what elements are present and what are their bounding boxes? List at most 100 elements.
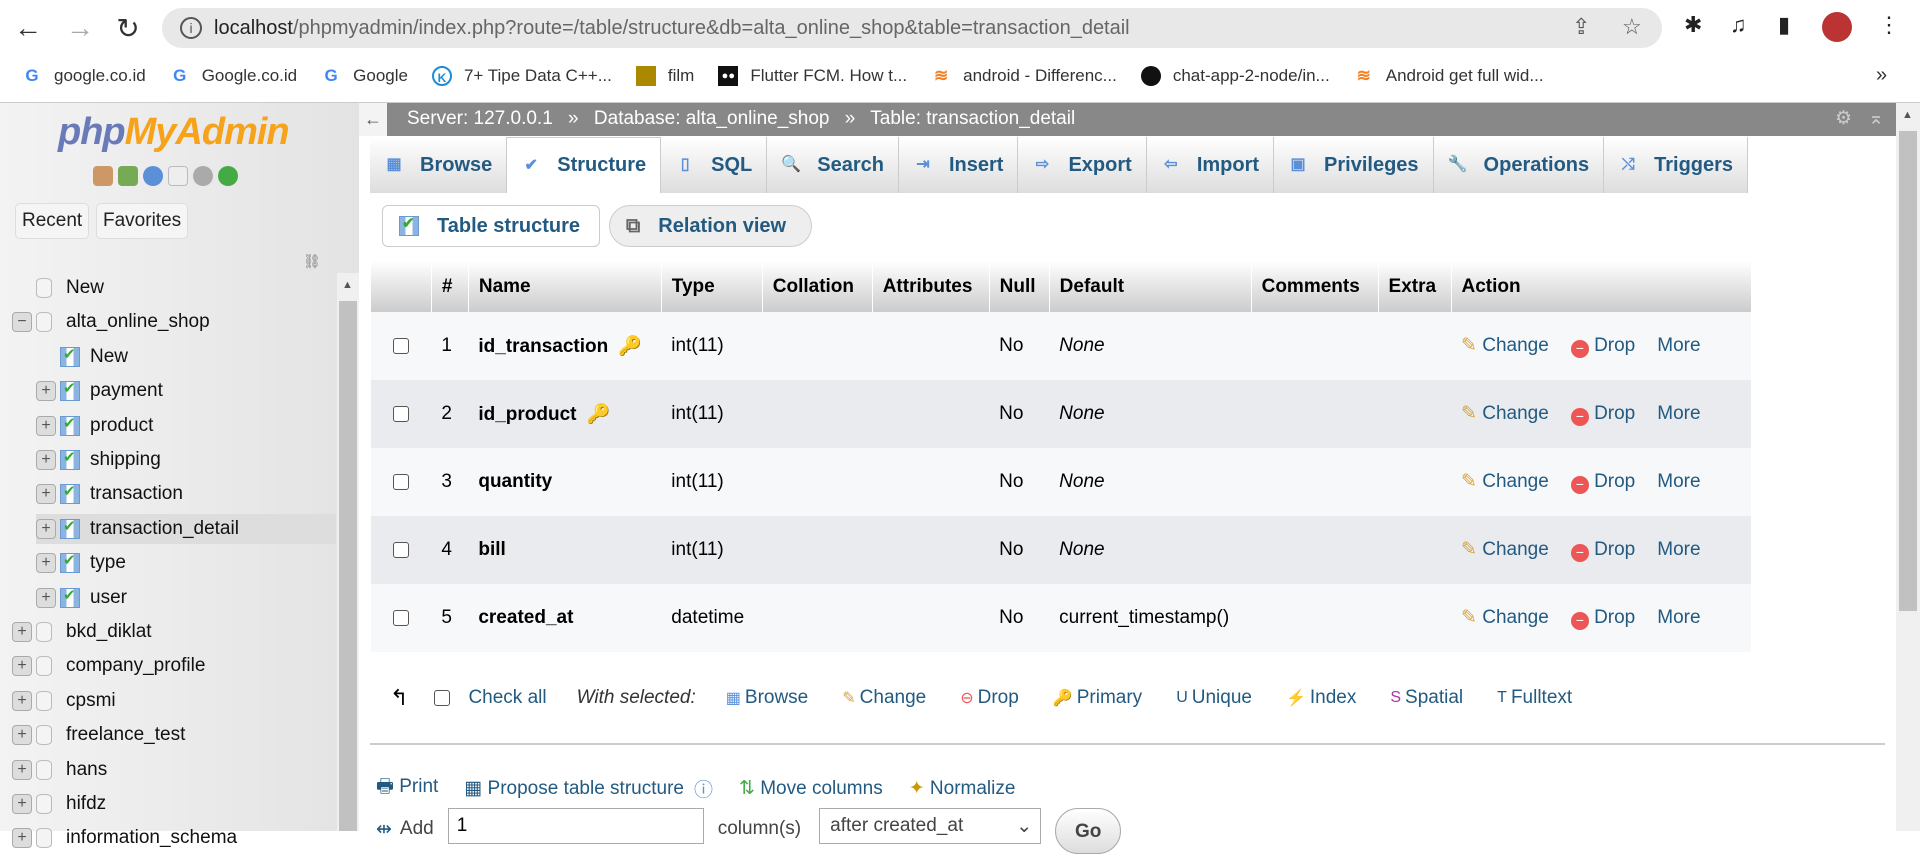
link-icon[interactable]: ⛓ (303, 253, 321, 270)
sidebar-db-item[interactable]: + hifdz (12, 789, 337, 819)
change-link[interactable]: ✎ Change (1461, 539, 1549, 560)
row-checkbox[interactable] (392, 405, 409, 422)
bookmark[interactable]: G Google (321, 66, 408, 86)
sidepanel-icon[interactable]: ▮ (1778, 12, 1790, 38)
tab-privileges[interactable]: ▣ Privileges (1274, 137, 1434, 193)
expand-icon[interactable]: + (12, 725, 32, 746)
share-icon[interactable]: ⇪ (1572, 14, 1590, 40)
bookmark[interactable]: K 7+ Tipe Data C++... (431, 66, 612, 86)
move-columns-link[interactable]: ⇅ Move columns (739, 777, 883, 800)
favorites-button[interactable]: Favorites (96, 203, 189, 239)
expand-icon[interactable]: + (36, 415, 56, 436)
crumb-table[interactable]: Table: transaction_detail (870, 108, 1075, 129)
row-checkbox[interactable] (392, 337, 409, 354)
forward-icon[interactable]: → (62, 12, 98, 44)
sidebar-db-item[interactable]: + cpsmi (12, 686, 337, 716)
go-button[interactable]: Go (1055, 808, 1122, 854)
expand-icon[interactable]: + (36, 587, 56, 608)
sidebar-db-item[interactable]: − alta_online_shop (12, 307, 337, 337)
propose-structure-link[interactable]: ▦ Propose table structure (464, 777, 684, 800)
drop-link[interactable]: − Drop (1570, 471, 1635, 494)
sidebar-db-item[interactable]: + bkd_diklat (12, 617, 337, 647)
crumb-server[interactable]: Server: 127.0.0.1 (407, 108, 553, 129)
sidebar-table-item[interactable]: + shipping (36, 445, 336, 475)
bookmark[interactable]: Ggoogle.co.id (22, 66, 145, 86)
drop-link[interactable]: − Drop (1570, 335, 1635, 358)
expand-icon[interactable]: + (36, 484, 56, 505)
expand-icon[interactable]: + (12, 622, 32, 642)
column-header[interactable]: # (430, 261, 469, 312)
expand-icon[interactable]: + (36, 450, 56, 470)
bookmark[interactable]: film (635, 66, 694, 86)
more-bookmarks[interactable]: » (1876, 64, 1887, 87)
sidebar-table-item[interactable]: + transaction (36, 479, 336, 509)
gear-icon[interactable]: ⚙ (1835, 107, 1852, 130)
collapse-icon[interactable]: ← (359, 103, 387, 136)
tab-triggers[interactable]: ⤭ Triggers (1604, 137, 1749, 193)
sidebar-table-item[interactable]: + product (36, 411, 336, 441)
column-header[interactable]: Collation (761, 261, 873, 312)
more-dropdown[interactable]: More (1657, 607, 1700, 628)
column-header[interactable]: Default (1048, 261, 1252, 312)
bulk-primary[interactable]: 🔑 Primary (1053, 687, 1142, 709)
sidebar-table-item[interactable]: + payment (36, 376, 336, 406)
tab-import[interactable]: ⇦ Import (1146, 137, 1275, 193)
check-all-checkbox[interactable] (434, 690, 451, 706)
bulk-drop[interactable]: ⊖ Drop (960, 687, 1019, 709)
bulk-browse[interactable]: ▦ Browse (726, 687, 808, 709)
avatar[interactable] (1822, 12, 1852, 42)
tab-sql[interactable]: ▯ SQL (661, 137, 768, 193)
row-checkbox[interactable] (392, 473, 409, 490)
sidebar-scrollbar[interactable]: ▲ (337, 273, 359, 831)
column-header[interactable]: Extra (1377, 261, 1452, 312)
expand-icon[interactable]: + (36, 518, 56, 539)
change-link[interactable]: ✎ Change (1461, 403, 1549, 424)
settings-icon[interactable] (193, 166, 213, 186)
reload-icon[interactable] (218, 166, 238, 186)
main-scrollbar[interactable]: ▲ (1896, 103, 1920, 831)
tab-structure[interactable]: ✔ Structure (507, 137, 662, 193)
collapse-icon[interactable]: − (12, 312, 32, 333)
more-dropdown[interactable]: More (1657, 335, 1700, 356)
sidebar-db-item[interactable]: + information_schema (12, 823, 337, 853)
scroll-top-icon[interactable]: ⌅ (1868, 107, 1884, 130)
expand-icon[interactable]: + (12, 656, 32, 677)
sidebar-table-item[interactable]: + transaction_detail (36, 513, 336, 544)
expand-icon[interactable]: + (36, 381, 56, 402)
sidebar-db-item[interactable]: + freelance_test (12, 720, 337, 750)
column-header[interactable]: Action (1450, 261, 1751, 312)
bookmark[interactable]: ●● Flutter FCM. How t... (718, 66, 907, 86)
sidebar-db-item[interactable]: New (36, 342, 336, 372)
sidebar-table-item[interactable]: + type (36, 548, 336, 578)
star-icon[interactable]: ☆ (1622, 14, 1642, 40)
column-header[interactable]: Type (660, 261, 763, 312)
help-icon[interactable]: ⓘ (694, 775, 713, 802)
drop-link[interactable]: − Drop (1570, 539, 1635, 562)
docs-icon[interactable] (168, 166, 188, 186)
tab-search[interactable]: 🔍 Search (767, 137, 899, 193)
bulk-fulltext[interactable]: T Fulltext (1497, 687, 1572, 709)
sidebar-db-item[interactable]: New (12, 273, 337, 303)
print-link[interactable]: 🖶 Print (376, 772, 438, 804)
expand-icon[interactable]: + (12, 759, 32, 780)
change-link[interactable]: ✎ Change (1461, 335, 1549, 356)
expand-icon[interactable]: + (12, 690, 32, 711)
media-icon[interactable]: ♫ (1730, 12, 1747, 38)
back-icon[interactable]: ← (10, 12, 46, 44)
column-header[interactable]: Attributes (871, 261, 990, 312)
row-checkbox[interactable] (392, 541, 409, 558)
column-header[interactable]: Comments (1250, 261, 1379, 312)
reload-icon[interactable]: ↻ (110, 12, 146, 45)
check-all-label[interactable]: Check all (468, 687, 546, 709)
phpmyadmin-logo[interactable]: phpMyAdmin (58, 111, 290, 154)
more-dropdown[interactable]: More (1657, 403, 1700, 424)
column-header[interactable]: Null (988, 261, 1050, 312)
info-icon[interactable]: i (180, 17, 202, 39)
help-icon[interactable] (143, 166, 163, 186)
normalize-link[interactable]: ✦ Normalize (909, 777, 1016, 800)
sidebar-table-item[interactable]: + user (36, 583, 336, 613)
expand-icon[interactable]: + (12, 828, 32, 849)
bulk-index[interactable]: ⚡ Index (1286, 687, 1356, 709)
bulk-change[interactable]: ✎ Change (842, 687, 926, 709)
bulk-unique[interactable]: U Unique (1176, 687, 1252, 709)
